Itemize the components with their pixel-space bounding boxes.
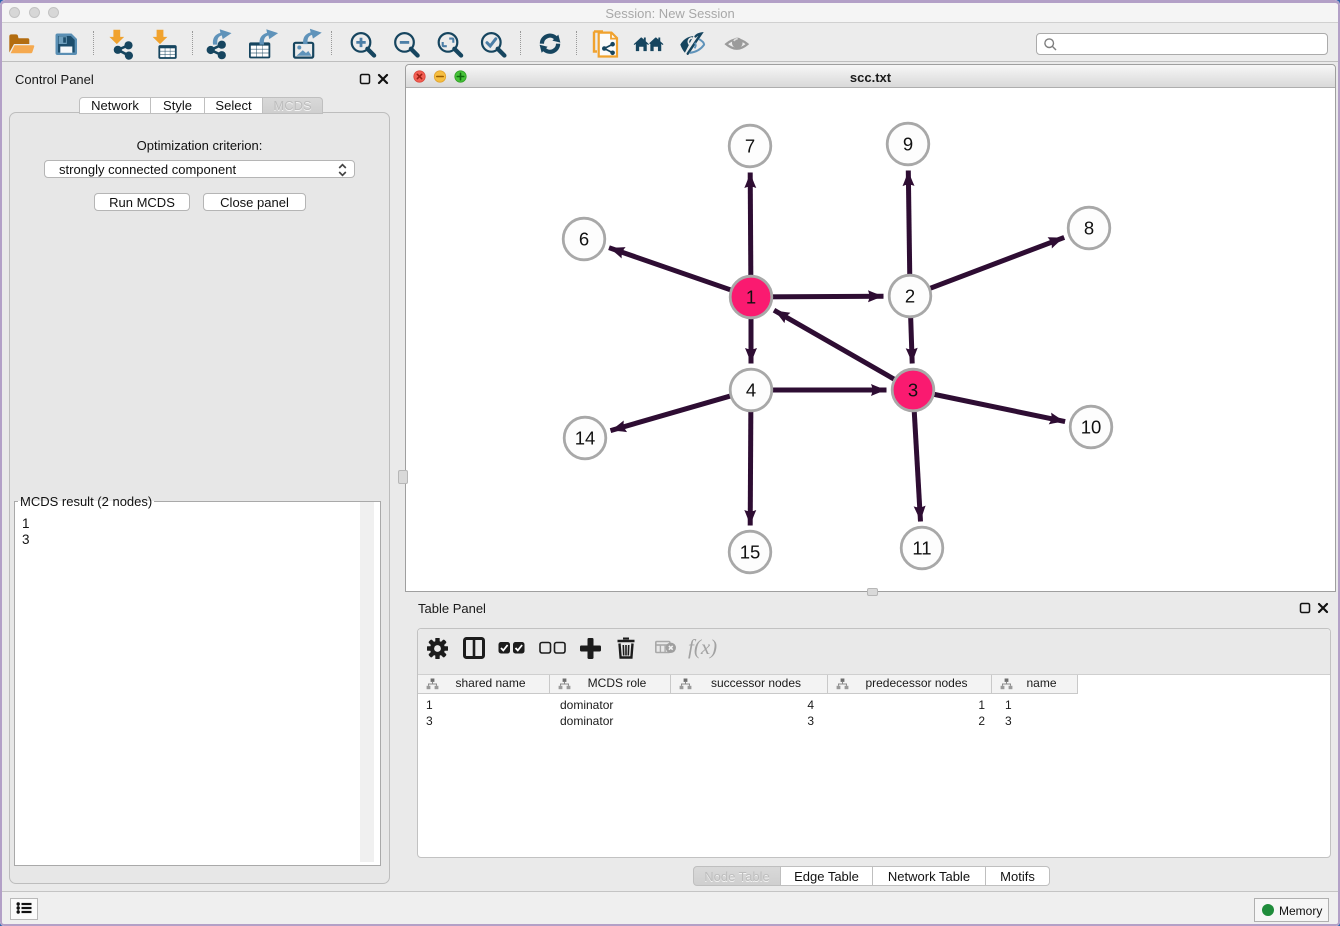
svg-text:3: 3 [908,380,918,401]
svg-text:6: 6 [579,229,589,250]
svg-text:15: 15 [740,542,761,563]
svg-text:10: 10 [1081,417,1102,438]
svg-text:8: 8 [1084,218,1094,239]
svg-text:2: 2 [905,286,915,307]
svg-text:14: 14 [575,428,596,449]
svg-text:9: 9 [903,134,913,155]
svg-text:4: 4 [746,380,756,401]
svg-text:11: 11 [912,538,931,559]
svg-text:7: 7 [745,136,755,157]
svg-text:1: 1 [746,287,756,308]
